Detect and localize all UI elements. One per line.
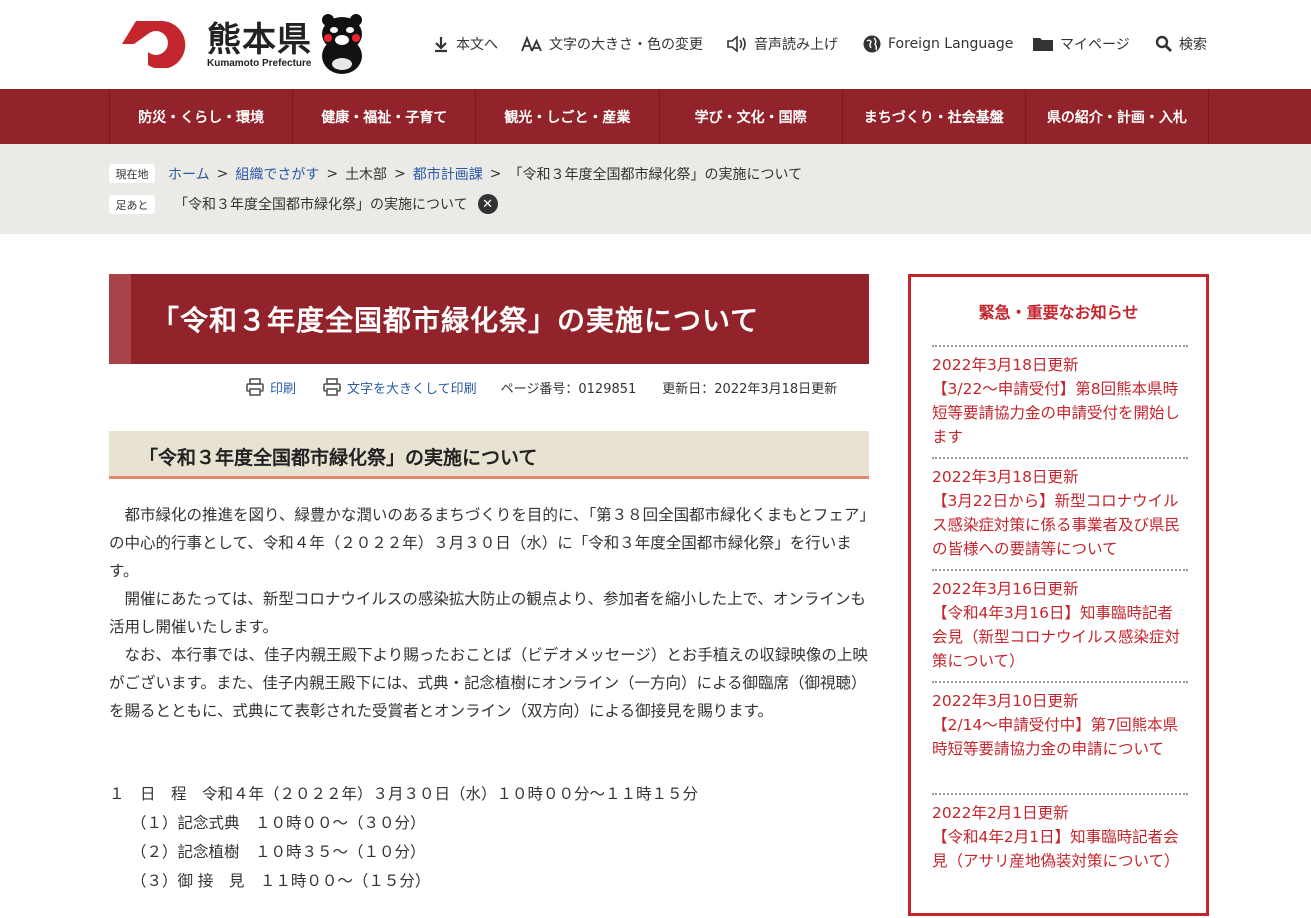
news-text: 【令和4年2月1日】知事臨時記者会見（アサリ産地偽装対策について）: [932, 828, 1180, 870]
news-text: 【3/22～申請受付】第8回熊本県時短等要請協力金の申請受付を開始します: [932, 380, 1181, 446]
news-item[interactable]: 2022年3月18日更新 【3/22～申請受付】第8回熊本県時短等要請協力金の申…: [932, 345, 1188, 449]
nav-item-disaster-living[interactable]: 防災・くらし・環境: [109, 89, 292, 144]
page-title: 「令和３年度全国都市緑化祭」の実施について: [151, 304, 760, 337]
schedule-heading: １ 日 程 令和４年（２０２２年）３月３０日（水）１０時００分～１１時１５分: [109, 785, 699, 803]
util-label: 文字の大きさ・色の変更: [549, 37, 703, 53]
important-notices-box: 緊急・重要なお知らせ 2022年3月18日更新 【3/22～申請受付】第8回熊本…: [908, 274, 1209, 916]
history-row: 「令和３年度全国都市緑化祭」の実施について ✕: [174, 194, 498, 214]
site-header: 熊本県 Kumamoto Prefecture 本文へ 文字の大きさ・色の変更 …: [0, 0, 1311, 89]
printer-icon: [246, 378, 264, 396]
mypage-link[interactable]: マイページ: [1032, 33, 1130, 55]
section-heading-band: 「令和３年度全国都市緑化祭」の実施について: [109, 431, 869, 479]
news-date: 2022年2月1日更新: [932, 804, 1069, 822]
search-icon: [1155, 35, 1172, 52]
breadcrumb-area: 現在地 ホーム > 組織でさがす > 土木部 > 都市計画課 > 「令和３年度全国都市緑…: [0, 144, 1311, 234]
skip-to-content-link[interactable]: 本文へ: [432, 33, 498, 55]
util-label: 検索: [1179, 37, 1207, 53]
news-date: 2022年3月18日更新: [932, 468, 1079, 486]
util-label: 本文へ: [456, 37, 498, 53]
close-icon[interactable]: ✕: [477, 194, 498, 214]
print-label: 印刷: [270, 381, 297, 397]
news-date: 2022年3月16日更新: [932, 580, 1079, 598]
large-print-label: 文字を大きくして印刷: [347, 381, 477, 397]
news-date: 2022年3月10日更新: [932, 692, 1079, 710]
util-label: 音声読み上げ: [754, 37, 838, 53]
schedule-item: （３）御 接 見 １１時００～（１５分）: [131, 872, 431, 890]
global-nav: 防災・くらし・環境 健康・福祉・子育て 観光・しごと・産業 学び・文化・国際 ま…: [0, 89, 1311, 144]
breadcrumb: ホーム > 組織でさがす > 土木部 > 都市計画課 > 「令和３年度全国都市緑化祭」の…: [168, 164, 803, 184]
breadcrumb-home[interactable]: ホーム: [168, 164, 210, 184]
paragraph: 都市緑化の推進を図り、緑豊かな潤いのあるまちづくりを目的に、「第３８回全国都市緑…: [109, 506, 868, 580]
large-print-link[interactable]: 文字を大きくして印刷: [322, 377, 477, 397]
news-text: 【令和4年3月16日】知事臨時記者会見（新型コロナウイルス感染症対策について）: [932, 604, 1181, 670]
globe-icon: [863, 35, 881, 53]
util-label: Foreign Language: [888, 36, 1014, 52]
text-size-icon: [521, 35, 542, 52]
page-tools: 印刷 文字を大きくして印刷 ページ番号：0129851 更新日：2022年3月1…: [245, 376, 837, 398]
news-item[interactable]: 2022年3月18日更新 【3月22日から】新型コロナウイルス感染症対策に係る事…: [932, 457, 1188, 561]
search-link[interactable]: 検索: [1155, 33, 1207, 55]
history-tag: 足あと: [109, 195, 155, 214]
folder-icon: [1033, 38, 1053, 51]
nav-item-education-culture[interactable]: 学び・文化・国際: [658, 89, 842, 144]
prefecture-name-en: Kumamoto Prefecture: [207, 58, 312, 69]
breadcrumb-organization[interactable]: 組織でさがす: [235, 164, 319, 184]
kumamoto-logo-icon[interactable]: [122, 18, 190, 68]
current-location-tag: 現在地: [109, 164, 155, 183]
nav-item-health-welfare[interactable]: 健康・福祉・子育て: [292, 89, 475, 144]
paragraph: 開催にあたっては、新型コロナウイルスの感染拡大防止の観点より、参加者を縮小した上…: [109, 590, 866, 636]
schedule-item: （２）記念植樹 １０時３５～（１０分）: [131, 843, 426, 861]
speaker-icon: [727, 35, 746, 53]
news-text: 【2/14～申請受付中】第7回熊本県時短等要請協力金の申請について: [932, 716, 1179, 758]
breadcrumb-civil-engineering: 土木部: [345, 167, 388, 183]
page-title-band: 「令和３年度全国都市緑化祭」の実施について: [109, 274, 869, 364]
title-stripe: [109, 274, 131, 364]
printer-icon: [323, 378, 341, 396]
print-link[interactable]: 印刷: [245, 377, 296, 397]
kumamon-mascot-icon: [322, 14, 362, 74]
breadcrumb-urban-planning[interactable]: 都市計画課: [413, 164, 483, 184]
section-heading: 「令和３年度全国都市緑化祭」の実施について: [139, 447, 538, 469]
schedule-item: （１）記念式典 １０時００～（３０分）: [131, 814, 426, 832]
paragraph: なお、本行事では、佳子内親王殿下より賜ったおことば（ビデオメッセージ）とお手植え…: [109, 646, 868, 720]
nav-item-tourism-industry[interactable]: 観光・しごと・産業: [475, 89, 658, 144]
notices-title: 緊急・重要なお知らせ: [978, 303, 1139, 322]
news-item[interactable]: 2022年3月10日更新 【2/14～申請受付中】第7回熊本県時短等要請協力金の…: [932, 681, 1188, 761]
foreign-language-link[interactable]: Foreign Language: [862, 33, 1013, 55]
news-date: 2022年3月18日更新: [932, 356, 1079, 374]
news-item[interactable]: 2022年2月1日更新 【令和4年2月1日】知事臨時記者会見（アサリ産地偽装対策…: [932, 793, 1188, 873]
history-item[interactable]: 「令和３年度全国都市緑化祭」の実施について: [174, 194, 468, 214]
speech-reader-link[interactable]: 音声読み上げ: [726, 33, 838, 55]
nav-item-prefecture-info[interactable]: 県の紹介・計画・入札: [1024, 89, 1210, 144]
page-number: ページ番号：0129851: [500, 381, 637, 397]
schedule-section: １ 日 程 令和４年（２０２２年）３月３０日（水）１０時００分～１１時１５分 （…: [109, 780, 869, 896]
article-body: 都市緑化の推進を図り、緑豊かな潤いのあるまちづくりを目的に、「第３８回全国都市緑…: [109, 501, 869, 725]
text-size-color-link[interactable]: 文字の大きさ・色の変更: [521, 33, 703, 55]
news-item[interactable]: 2022年3月16日更新 【令和4年3月16日】知事臨時記者会見（新型コロナウイ…: [932, 569, 1188, 673]
util-label: マイページ: [1060, 37, 1130, 53]
nav-item-urban-infrastructure[interactable]: まちづくり・社会基盤: [841, 89, 1025, 144]
breadcrumb-current: 「令和３年度全国都市緑化祭」の実施について: [508, 167, 803, 183]
prefecture-name[interactable]: 熊本県: [207, 12, 312, 61]
download-arrow-icon: [435, 37, 447, 53]
news-text: 【3月22日から】新型コロナウイルス感染症対策に係る事業者及び県民の皆様への要請…: [932, 492, 1181, 558]
updated-date: 更新日：2022年3月18日更新: [662, 381, 838, 397]
